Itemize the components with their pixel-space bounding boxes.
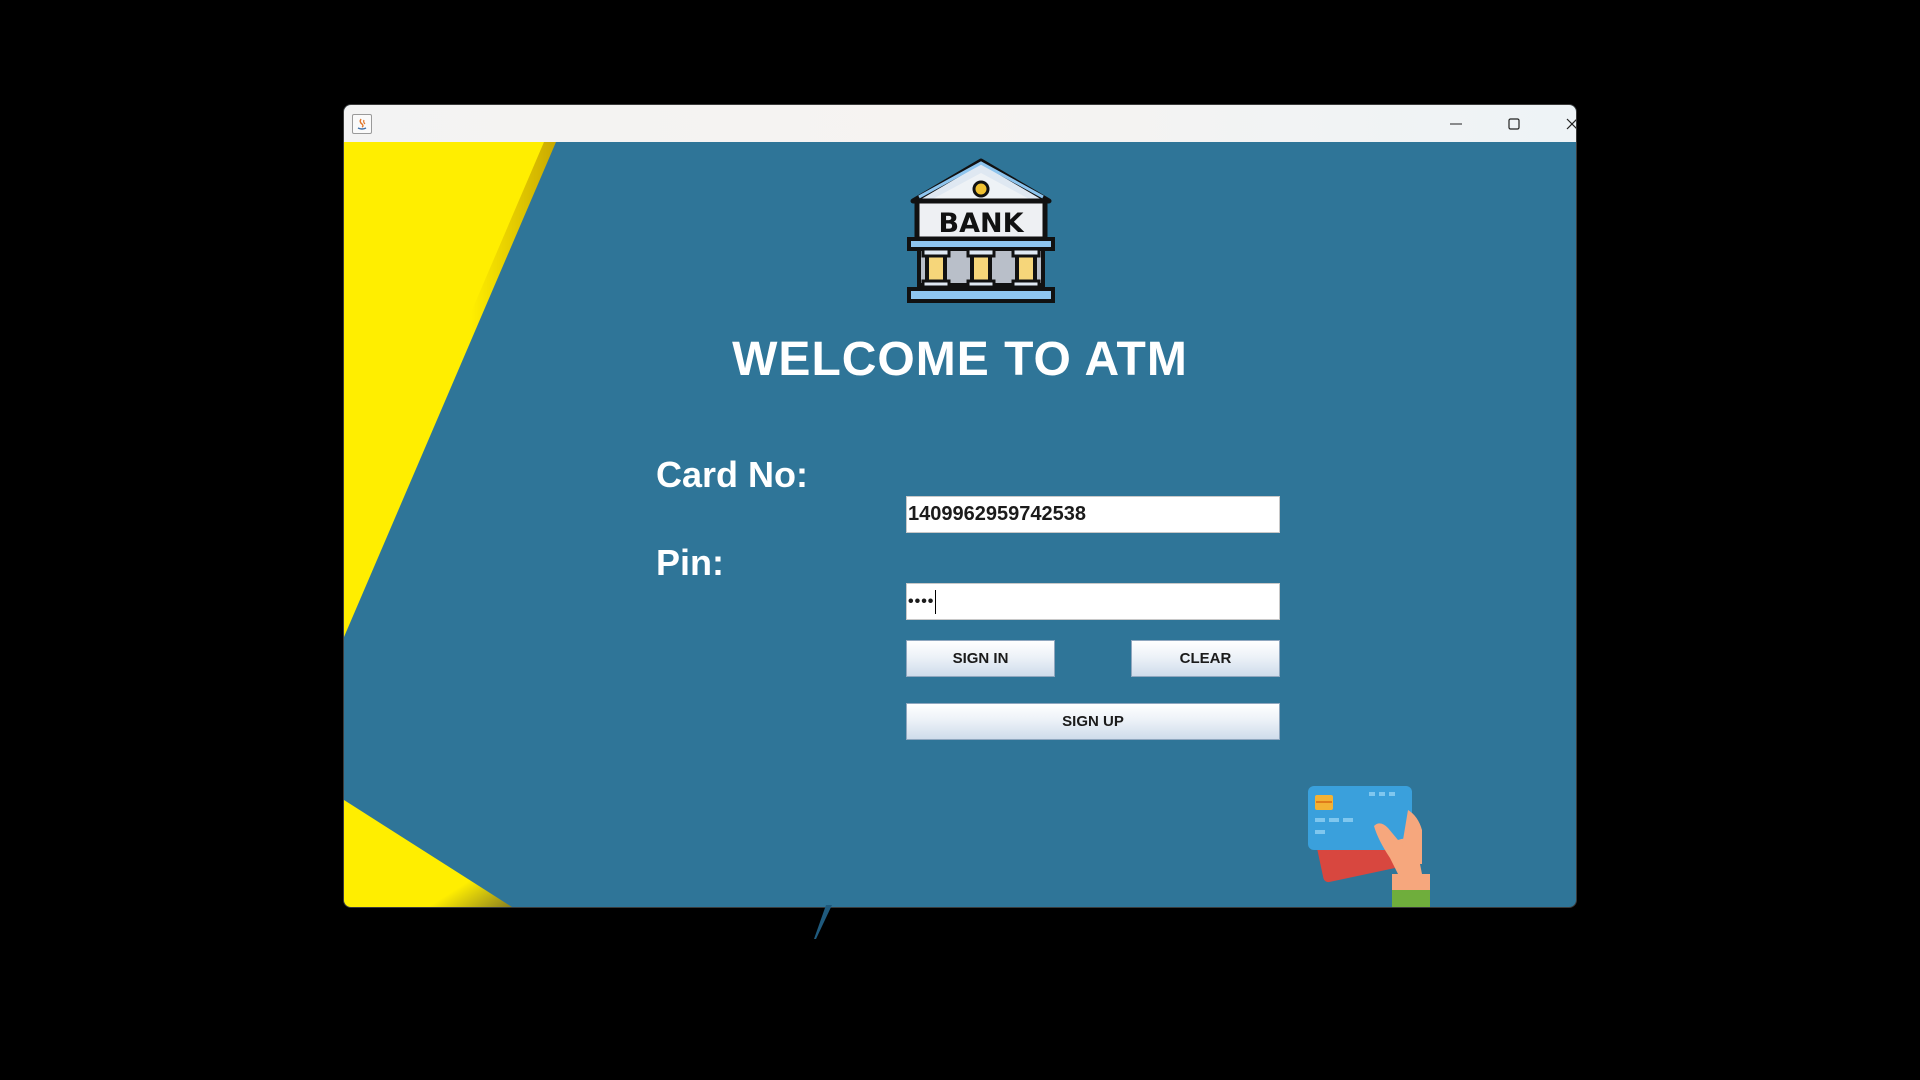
- login-panel: BANK WELCOME TO ATM Card No: 14099629597…: [344, 142, 1576, 907]
- pin-input[interactable]: ••••: [906, 583, 1280, 620]
- atm-window: BANK WELCOME TO ATM Card No: 14099629597…: [344, 105, 1576, 907]
- bank-building-icon: BANK: [907, 158, 1055, 303]
- maximize-button[interactable]: [1485, 105, 1543, 142]
- hand-holding-cards-icon: [1308, 786, 1430, 907]
- minimize-icon: [1450, 123, 1462, 124]
- close-icon: [1566, 118, 1576, 129]
- text-caret: [935, 589, 937, 614]
- sign-up-button[interactable]: SIGN UP: [906, 703, 1280, 740]
- card-number-input[interactable]: 1409962959742538: [906, 496, 1280, 533]
- maximize-icon: [1508, 117, 1520, 130]
- clear-button[interactable]: CLEAR: [1131, 640, 1280, 677]
- sign-in-button[interactable]: SIGN IN: [906, 640, 1055, 677]
- pin-value: ••••: [908, 592, 935, 610]
- bank-logo-text: BANK: [939, 208, 1025, 239]
- card-number-value: 1409962959742538: [908, 503, 1086, 525]
- card-number-label: Card No:: [656, 454, 808, 495]
- pin-label: Pin:: [656, 542, 724, 583]
- title-bar: [344, 105, 1576, 142]
- close-button[interactable]: [1543, 105, 1576, 142]
- java-app-icon[interactable]: [352, 114, 372, 134]
- background-sliver: [814, 905, 832, 939]
- welcome-heading: WELCOME TO ATM: [732, 333, 1188, 386]
- minimize-button[interactable]: [1427, 105, 1485, 142]
